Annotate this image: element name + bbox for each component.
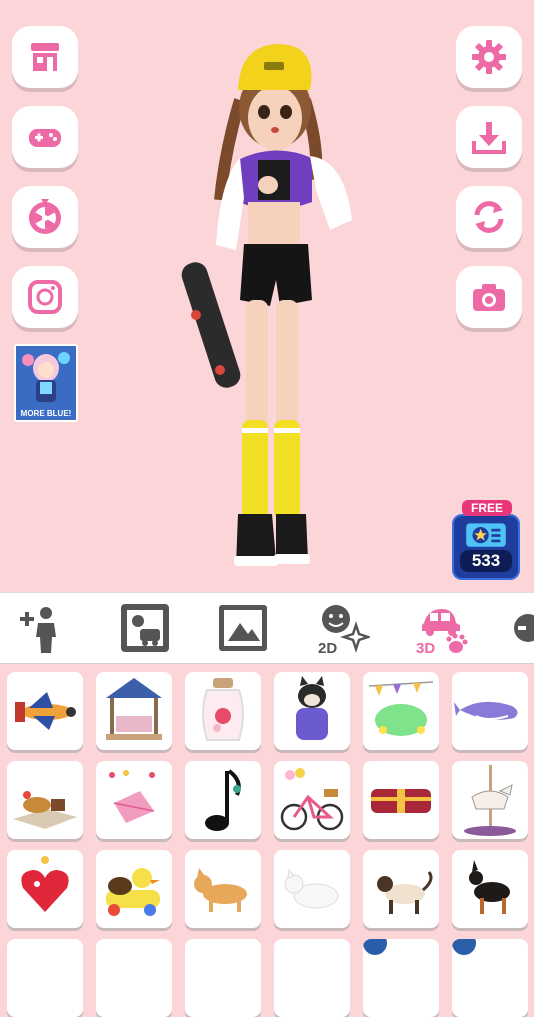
camera-icon	[473, 284, 505, 311]
shop-button[interactable]	[12, 26, 78, 88]
item-turtle-lanterns[interactable]	[363, 672, 439, 750]
tab-image[interactable]	[212, 599, 274, 657]
item-kite[interactable]	[96, 761, 172, 839]
image-icon	[219, 605, 267, 651]
add-person-icon	[20, 607, 56, 653]
category-tab-bar: 2D 3D	[0, 592, 534, 665]
gear-icon	[472, 40, 506, 74]
spin-wheel-icon	[29, 199, 61, 234]
item-picnic-set[interactable]	[7, 761, 83, 839]
item-whale[interactable]	[452, 672, 528, 750]
item-partial-2[interactable]	[96, 939, 172, 1017]
download-icon	[472, 122, 506, 154]
promo-banner[interactable]: MORE BLUE!	[14, 344, 78, 422]
avatar-character[interactable]	[180, 30, 370, 580]
item-doberman[interactable]	[452, 850, 528, 928]
item-partial-1[interactable]	[7, 939, 83, 1017]
free-badge: FREE	[462, 500, 512, 516]
camera-button[interactable]	[456, 266, 522, 328]
tab-more[interactable]	[508, 599, 534, 657]
free-ticket-button[interactable]: 533 FREE	[452, 500, 520, 582]
ticket-icon	[466, 523, 506, 547]
download-button[interactable]	[456, 106, 522, 168]
instagram-button[interactable]	[12, 266, 78, 328]
promo-label: MORE BLUE!	[20, 409, 72, 418]
item-partial-4[interactable]	[274, 939, 350, 1017]
ticket-body: 533	[452, 514, 520, 580]
item-partial-3[interactable]	[185, 939, 261, 1017]
tab-2d-sticker[interactable]: 2D	[312, 599, 374, 657]
item-white-cat[interactable]	[274, 850, 350, 928]
ticket-count: 533	[460, 550, 512, 572]
item-heart-ornament[interactable]	[7, 850, 83, 928]
item-treasure-chest[interactable]	[363, 761, 439, 839]
instagram-icon	[28, 280, 62, 314]
item-partial-6[interactable]	[452, 939, 528, 1017]
tab-3d-item[interactable]: 3D	[410, 599, 472, 657]
item-dog-in-sweater[interactable]	[274, 672, 350, 750]
3d-item-icon: 3D	[416, 609, 468, 655]
item-gazebo[interactable]	[96, 672, 172, 750]
item-grid	[0, 664, 534, 1017]
item-duck-car[interactable]	[96, 850, 172, 928]
shop-icon	[31, 43, 59, 71]
item-siamese-cat[interactable]	[363, 850, 439, 928]
refresh-button[interactable]	[456, 186, 522, 248]
item-music-note[interactable]	[185, 761, 261, 839]
2d-label: 2D	[318, 640, 337, 655]
item-partial-5[interactable]	[363, 939, 439, 1017]
avatar-stage: MORE BLUE! 533 FREE	[0, 0, 534, 592]
gamepad-icon	[29, 129, 61, 147]
game-button[interactable]	[12, 106, 78, 168]
settings-button[interactable]	[456, 26, 522, 88]
3d-label: 3D	[416, 640, 435, 655]
2d-sticker-icon: 2D	[318, 605, 370, 655]
item-flower-jar[interactable]	[185, 672, 261, 750]
sticker-background-icon	[121, 604, 169, 652]
more-icon	[514, 614, 534, 642]
tab-add-person[interactable]	[12, 599, 74, 657]
item-carousel-horse[interactable]	[452, 761, 528, 839]
spin-wheel-button[interactable]	[12, 186, 78, 248]
item-corgi[interactable]	[185, 850, 261, 928]
item-bicycle[interactable]	[274, 761, 350, 839]
item-airplane[interactable]	[7, 672, 83, 750]
refresh-icon	[474, 201, 504, 233]
tab-sticker-background[interactable]	[114, 599, 176, 657]
